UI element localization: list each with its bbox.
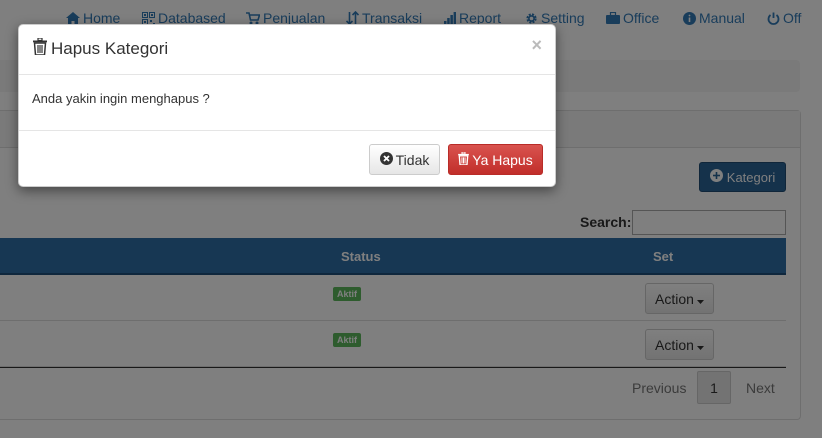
trash-icon <box>458 151 470 168</box>
cancel-button[interactable]: Tidak <box>369 144 440 175</box>
modal-title: Hapus Kategori <box>33 37 169 60</box>
times-circle-icon <box>379 151 393 168</box>
modal-message: Anda yakin ingin menghapus ? <box>32 91 210 106</box>
delete-kategori-modal: Hapus Kategori × Anda yakin ingin mengha… <box>18 24 556 187</box>
close-icon[interactable]: × <box>531 36 542 54</box>
trash-icon <box>33 37 47 60</box>
confirm-delete-button[interactable]: Ya Hapus <box>448 144 543 175</box>
modal-header: Hapus Kategori × <box>19 25 555 75</box>
modal-footer: Tidak Ya Hapus <box>19 130 555 186</box>
cancel-label: Tidak <box>395 151 430 168</box>
modal-title-text: Hapus Kategori <box>51 39 169 58</box>
confirm-label: Ya Hapus <box>472 151 533 168</box>
